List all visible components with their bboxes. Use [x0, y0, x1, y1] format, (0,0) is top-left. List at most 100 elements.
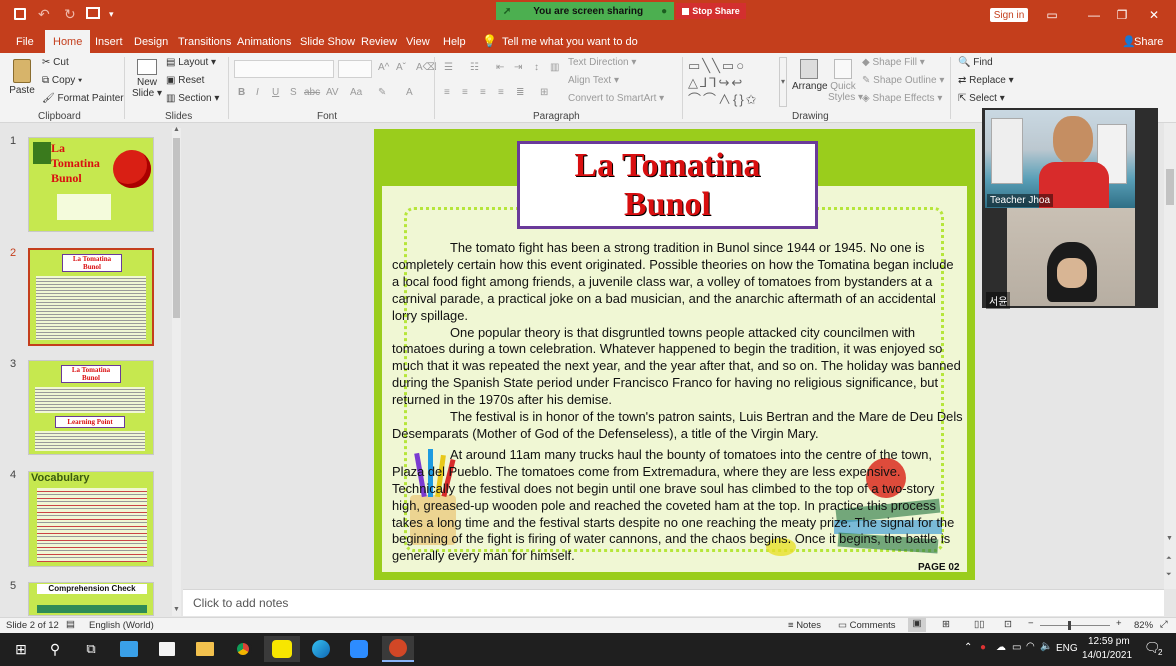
bullets-icon[interactable]: ☰	[444, 62, 453, 73]
columns-icon[interactable]: ▥	[550, 62, 559, 73]
tab-animations[interactable]: Animations	[229, 30, 299, 53]
tray-overflow-icon[interactable]: ⌃	[964, 642, 972, 653]
scroll-thumb[interactable]	[1166, 169, 1174, 205]
zoom-app-icon[interactable]	[346, 636, 372, 662]
language-indicator[interactable]: English (World)	[89, 620, 154, 631]
convert-smartart-button[interactable]: Convert to SmartArt ▾	[568, 93, 664, 104]
file-explorer-icon[interactable]	[192, 636, 218, 662]
paste-button[interactable]: Paste	[8, 57, 36, 107]
slide-thumbnail-1[interactable]: La Tomatina Bunol	[28, 137, 154, 232]
slide-title-box[interactable]: La Tomatina Bunol	[517, 141, 818, 229]
quick-styles-button[interactable]: Quick Styles ▾	[828, 57, 863, 103]
tab-insert[interactable]: Insert	[87, 30, 131, 53]
normal-view-icon[interactable]: ▣	[908, 618, 926, 632]
reading-view-icon[interactable]: ▯▯	[974, 619, 984, 630]
store-icon[interactable]	[154, 636, 180, 662]
network-icon[interactable]: ▭	[1012, 642, 1021, 653]
present-icon[interactable]	[86, 7, 100, 19]
italic-icon[interactable]: I	[256, 87, 259, 98]
char-spacing-icon[interactable]: AV	[326, 87, 339, 98]
cut-button[interactable]: ✂ Cut	[42, 57, 69, 68]
volume-icon[interactable]: 🔈	[1040, 641, 1052, 652]
scroll-down-icon[interactable]: ▼	[1166, 535, 1173, 542]
layout-button[interactable]: ▤ Layout ▾	[166, 57, 216, 68]
onedrive-icon[interactable]: ☁	[996, 642, 1006, 653]
tell-me-search[interactable]: Tell me what you want to do	[494, 30, 646, 53]
shape-outline-button[interactable]: ✎ Shape Outline ▾	[862, 75, 944, 86]
kakaotalk-icon[interactable]	[264, 636, 300, 662]
replace-button[interactable]: ⇄ Replace ▾	[958, 75, 1014, 86]
section-button[interactable]: ▥ Section ▾	[166, 93, 219, 104]
share-button[interactable]: Share	[1126, 30, 1171, 53]
tab-file[interactable]: File	[8, 30, 42, 53]
undo-icon[interactable]: ↶	[38, 6, 50, 23]
format-painter-button[interactable]: 🖌 Format Painter	[42, 93, 124, 104]
shadow-icon[interactable]: S	[290, 87, 297, 98]
sign-in-button[interactable]: Sign in	[990, 8, 1028, 22]
zoom-slider[interactable]	[1040, 625, 1110, 626]
tab-view[interactable]: View	[398, 30, 438, 53]
search-icon[interactable]: ⚲	[42, 636, 68, 662]
clock-date[interactable]: 14/01/2021	[1082, 650, 1132, 661]
change-case-icon[interactable]: Aa	[350, 87, 362, 98]
align-text-button[interactable]: Align Text ▾	[568, 75, 619, 86]
prev-slide-icon[interactable]: ⏶	[1166, 555, 1172, 563]
chrome-icon[interactable]	[230, 636, 256, 662]
notes-area[interactable]: Click to add notes	[183, 589, 1164, 616]
shapes-gallery[interactable]: ▭╲╲▭○ △⅃⅂↪↩ ⌒⌒∧{}✩	[688, 57, 778, 107]
line-spacing-icon[interactable]: ↕	[534, 62, 539, 73]
fit-slide-icon[interactable]: ⤢	[1160, 619, 1168, 630]
slide-body-text[interactable]: The tomato fight has been a strong tradi…	[392, 240, 964, 565]
zoom-in-icon[interactable]: +	[1116, 618, 1122, 629]
spellcheck-icon[interactable]: ▤	[66, 619, 75, 630]
slideshow-icon[interactable]: ⊡	[1004, 619, 1012, 630]
redo-icon[interactable]: ↻	[64, 6, 76, 23]
slide-thumbnail-2[interactable]: La Tomatina Bunol	[28, 248, 154, 346]
shapes-more-icon[interactable]: ▾	[779, 57, 787, 107]
increase-font-icon[interactable]: A^	[378, 62, 389, 73]
participant-video-1[interactable]: Teacher Jhoa	[985, 110, 1135, 208]
restore-icon[interactable]: ❐	[1108, 4, 1136, 26]
text-direction-button[interactable]: Text Direction ▾	[568, 57, 636, 68]
font-size-input[interactable]	[338, 60, 372, 78]
justify-icon[interactable]: ≡	[498, 87, 504, 98]
language-indicator[interactable]: ENG	[1056, 643, 1078, 654]
strikethrough-icon[interactable]: abc	[304, 87, 320, 98]
highlight-icon[interactable]: ✎	[378, 87, 386, 98]
slide-thumbnail-5[interactable]: Comprehension Check	[28, 582, 154, 616]
powerpoint-icon[interactable]	[382, 636, 414, 662]
zoom-out-icon[interactable]: −	[1028, 618, 1034, 629]
bold-icon[interactable]: B	[238, 87, 245, 98]
stop-share-button[interactable]: Stop Share	[676, 3, 746, 19]
arrange-button[interactable]: Arrange	[792, 57, 828, 92]
windows-start-icon[interactable]: ⊞	[8, 636, 34, 662]
slide-scrollbar[interactable]: ▼ ⏶ ⏷	[1164, 123, 1176, 589]
align-left-icon[interactable]: ≡	[444, 87, 450, 98]
shape-fill-button[interactable]: ◆ Shape Fill ▾	[862, 57, 925, 68]
close-icon[interactable]: ✕	[1140, 4, 1168, 26]
font-color-icon[interactable]: A	[406, 87, 413, 98]
find-button[interactable]: 🔍 Find	[958, 57, 993, 68]
edge-icon[interactable]	[308, 636, 334, 662]
new-slide-button[interactable]: New Slide ▾	[132, 57, 162, 99]
shape-effects-button[interactable]: ◈ Shape Effects ▾	[862, 93, 942, 104]
distributed-icon[interactable]: ≣	[516, 87, 524, 98]
decrease-font-icon[interactable]: Aˇ	[396, 62, 406, 73]
notes-toggle[interactable]: ≡ Notes	[788, 620, 821, 631]
numbering-icon[interactable]: ☷	[470, 62, 479, 73]
slide-thumbnail-4[interactable]: Vocabulary	[28, 471, 154, 567]
clock-time[interactable]: 12:59 pm	[1088, 636, 1130, 647]
underline-icon[interactable]: U	[272, 87, 279, 98]
wifi-icon[interactable]: ◠	[1026, 641, 1035, 652]
align-center-icon[interactable]: ≡	[462, 87, 468, 98]
zoom-slider-thumb[interactable]	[1068, 621, 1071, 630]
font-name-input[interactable]	[234, 60, 334, 78]
next-slide-icon[interactable]: ⏷	[1166, 571, 1172, 579]
scroll-up-icon[interactable]: ▲	[173, 126, 180, 133]
task-view-icon[interactable]: ⧉	[78, 636, 104, 662]
slide-sorter-icon[interactable]: ⊞	[942, 619, 950, 630]
tab-home[interactable]: Home	[45, 30, 91, 53]
reset-button[interactable]: ▣ Reset	[166, 75, 204, 86]
scroll-thumb[interactable]	[173, 138, 180, 318]
scroll-down-icon[interactable]: ▼	[173, 606, 180, 613]
